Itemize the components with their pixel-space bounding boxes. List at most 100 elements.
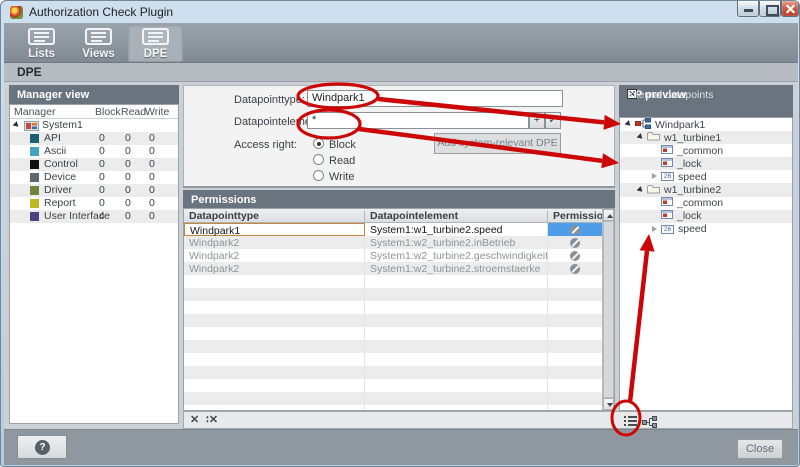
cell-datapointtype[interactable]: Windpark1 xyxy=(184,223,365,236)
cell-datapointtype[interactable] xyxy=(184,353,365,366)
permission-empty-row[interactable] xyxy=(184,379,614,392)
cell-permission[interactable] xyxy=(548,314,602,327)
radio-read[interactable] xyxy=(313,154,324,165)
dp-tree-node-speed[interactable]: 26speed xyxy=(620,223,792,236)
toolbar-button-dpe[interactable]: DPE xyxy=(128,25,183,62)
manager-row[interactable]: Device000 xyxy=(10,171,178,184)
cell-datapointelement[interactable] xyxy=(365,366,548,379)
cell-permission[interactable] xyxy=(548,288,602,301)
expander-closed-icon[interactable] xyxy=(650,225,661,234)
cell-datapointelement[interactable] xyxy=(365,340,548,353)
cell-permission[interactable] xyxy=(548,262,602,275)
permission-empty-row[interactable] xyxy=(184,366,614,379)
manager-row[interactable]: User Interface400 xyxy=(10,210,178,223)
toolbar-button-lists[interactable]: Lists xyxy=(14,25,69,62)
expander-open-icon[interactable] xyxy=(13,121,21,129)
titlebar[interactable]: Authorization Check Plugin xyxy=(1,1,799,23)
dp-tree-node-lock[interactable]: _lock xyxy=(620,210,792,223)
cell-datapointtype[interactable] xyxy=(184,392,365,405)
cell-datapointelement[interactable]: System1:w2_turbine2.geschwindigkeit xyxy=(365,249,548,262)
cell-datapointtype[interactable] xyxy=(184,314,365,327)
cell-datapointelement[interactable]: System1:w1_turbine2.speed xyxy=(365,223,548,236)
cell-datapointelement[interactable]: System1:w2_turbine2.inBetrieb xyxy=(365,236,548,249)
cell-permission[interactable] xyxy=(548,392,602,405)
add-system-relevant-dpe-button[interactable]: Add system-relevant DPE xyxy=(434,133,561,154)
permission-empty-row[interactable] xyxy=(184,392,614,405)
cell-datapointtype[interactable]: Windpark2 xyxy=(184,249,365,262)
permission-row[interactable]: Windpark2System1:w2_turbine2.geschwindig… xyxy=(184,249,614,262)
dp-tree-node-w1_turbine2[interactable]: w1_turbine2 xyxy=(620,183,792,196)
expander-open-icon[interactable] xyxy=(624,120,635,129)
dp-tree-node-lock[interactable]: _lock xyxy=(620,157,792,170)
expander-closed-icon[interactable] xyxy=(650,172,661,181)
list-view-icon[interactable] xyxy=(624,415,638,426)
permission-empty-row[interactable] xyxy=(184,353,614,366)
manager-row[interactable]: Ascii000 xyxy=(10,145,178,158)
add-element-button[interactable]: + xyxy=(529,112,545,129)
scroll-down-icon[interactable] xyxy=(603,398,614,410)
cell-datapointtype[interactable] xyxy=(184,301,365,314)
cell-datapointtype[interactable]: Windpark2 xyxy=(184,262,365,275)
cell-permission[interactable] xyxy=(548,327,602,340)
cell-datapointelement[interactable] xyxy=(365,301,548,314)
radio-block[interactable] xyxy=(313,138,324,149)
cell-permission[interactable] xyxy=(548,366,602,379)
cell-datapointelement[interactable] xyxy=(365,314,548,327)
cell-permission[interactable] xyxy=(548,223,602,236)
manager-row[interactable]: Control000 xyxy=(10,158,178,171)
cell-datapointelement[interactable] xyxy=(365,327,548,340)
permission-empty-row[interactable] xyxy=(184,288,614,301)
manager-row[interactable]: Driver000 xyxy=(10,184,178,197)
splitter[interactable] xyxy=(183,186,615,188)
cell-datapointtype[interactable] xyxy=(184,340,365,353)
close-window-button[interactable] xyxy=(781,1,799,17)
cell-datapointelement[interactable] xyxy=(365,379,548,392)
cell-datapointelement[interactable] xyxy=(365,275,548,288)
delete-all-rows-icon[interactable]: ∶✕ xyxy=(206,413,218,426)
delete-row-icon[interactable]: ✕ xyxy=(190,413,199,426)
dp-tree-node-common[interactable]: _common xyxy=(620,144,792,157)
datapointtype-input[interactable]: Windpark1 xyxy=(307,90,563,107)
radio-write[interactable] xyxy=(313,170,324,181)
manager-row[interactable]: Report000 xyxy=(10,197,178,210)
expander-open-icon[interactable] xyxy=(636,133,647,142)
cell-datapointelement[interactable]: System1:w2_turbine2.stroemstaerke xyxy=(365,262,548,275)
minimize-button[interactable] xyxy=(737,1,759,17)
help-button[interactable]: ? xyxy=(17,435,67,459)
dp-tree-node-speed[interactable]: 26speed xyxy=(620,170,792,183)
cell-datapointelement[interactable] xyxy=(365,353,548,366)
permission-empty-row[interactable] xyxy=(184,314,614,327)
datapointelement-input[interactable]: * xyxy=(307,112,529,129)
expander-open-icon[interactable] xyxy=(636,186,647,195)
cell-datapointtype[interactable] xyxy=(184,379,365,392)
cell-permission[interactable] xyxy=(548,379,602,392)
permissions-scrollbar[interactable] xyxy=(602,209,614,410)
manager-row[interactable]: API000 xyxy=(10,132,178,145)
cell-permission[interactable] xyxy=(548,249,602,262)
dp-tree-node-common[interactable]: _common xyxy=(620,197,792,210)
cell-permission[interactable] xyxy=(548,353,602,366)
permission-row[interactable]: Windpark2System1:w2_turbine2.inBetrieb xyxy=(184,236,614,249)
cell-permission[interactable] xyxy=(548,275,602,288)
toolbar-button-views[interactable]: Views xyxy=(71,25,126,62)
maximize-button[interactable] xyxy=(759,1,781,17)
permission-row[interactable]: Windpark2System1:w2_turbine2.stroemstaer… xyxy=(184,262,614,275)
cell-permission[interactable] xyxy=(548,236,602,249)
scroll-up-icon[interactable] xyxy=(603,209,614,221)
cell-datapointelement[interactable] xyxy=(365,392,548,405)
cell-datapointtype[interactable]: Windpark2 xyxy=(184,236,365,249)
cell-datapointtype[interactable] xyxy=(184,327,365,340)
permission-empty-row[interactable] xyxy=(184,275,614,288)
cell-datapointtype[interactable] xyxy=(184,288,365,301)
confirm-element-button[interactable]: ✓ xyxy=(545,112,561,129)
dp-tree-node-Windpark1[interactable]: Windpark1 xyxy=(620,118,792,131)
permission-empty-row[interactable] xyxy=(184,301,614,314)
cell-datapointelement[interactable] xyxy=(365,288,548,301)
cell-datapointtype[interactable] xyxy=(184,275,365,288)
permission-empty-row[interactable] xyxy=(184,340,614,353)
cell-permission[interactable] xyxy=(548,301,602,314)
permission-empty-row[interactable] xyxy=(184,327,614,340)
permission-row[interactable]: Windpark1System1:w1_turbine2.speed xyxy=(184,223,614,236)
close-button[interactable]: Close xyxy=(737,439,783,459)
dp-tree-node-w1_turbine1[interactable]: w1_turbine1 xyxy=(620,131,792,144)
